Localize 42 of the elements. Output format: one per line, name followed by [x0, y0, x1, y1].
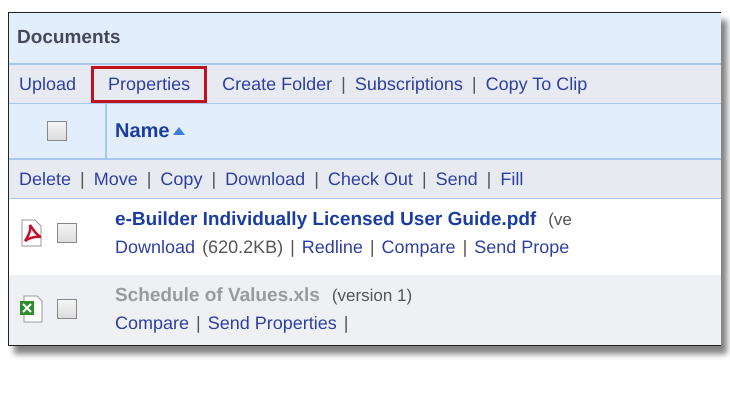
panel-title: Documents [9, 13, 721, 65]
separator: | [146, 168, 152, 190]
pdf-file-icon [19, 219, 43, 247]
link[interactable]: Subscriptions [354, 74, 463, 94]
link[interactable]: Download [115, 237, 196, 258]
column-header[interactable]: Name [115, 120, 186, 142]
separator: | [370, 237, 375, 258]
spreadsheet-file-icon [19, 295, 43, 323]
separator: | [422, 168, 427, 190]
link[interactable]: Compare [115, 313, 190, 334]
separator: | [314, 168, 319, 190]
separator: | [211, 168, 216, 190]
separator: | [462, 237, 468, 258]
separator: | [486, 168, 492, 190]
link[interactable]: Redline [302, 237, 363, 258]
link[interactable]: Copy [160, 168, 202, 190]
link[interactable]: Fill [500, 168, 524, 190]
checkbox[interactable] [57, 223, 77, 243]
link[interactable]: Send [436, 168, 478, 190]
highlighted-link[interactable]: Properties [91, 66, 208, 102]
link[interactable]: Upload [19, 74, 76, 94]
separator: | [290, 237, 295, 258]
separator: | [472, 74, 477, 94]
file-size: (620.2KB) [202, 237, 284, 258]
link[interactable]: Download [225, 168, 306, 190]
link[interactable]: Check Out [328, 168, 413, 190]
separator: | [80, 168, 85, 190]
separator: | [344, 313, 348, 334]
link[interactable]: Move [94, 168, 138, 190]
version-label: (ve [548, 210, 572, 230]
link[interactable]: Copy To Clip [486, 74, 588, 94]
document-title[interactable]: e-Builder Individually Licensed User Guide.pdf [115, 209, 536, 231]
link[interactable]: Send Prope [474, 237, 570, 258]
separator: | [341, 74, 346, 94]
checkbox[interactable] [57, 299, 77, 319]
link[interactable]: Send Properties [208, 313, 337, 334]
link[interactable]: Delete [19, 168, 72, 190]
separator: | [196, 313, 201, 334]
version-label: (version 1) [332, 286, 412, 306]
link[interactable]: Create Folder [222, 74, 332, 94]
link[interactable]: Compare [382, 237, 456, 258]
checkbox[interactable] [47, 121, 67, 141]
